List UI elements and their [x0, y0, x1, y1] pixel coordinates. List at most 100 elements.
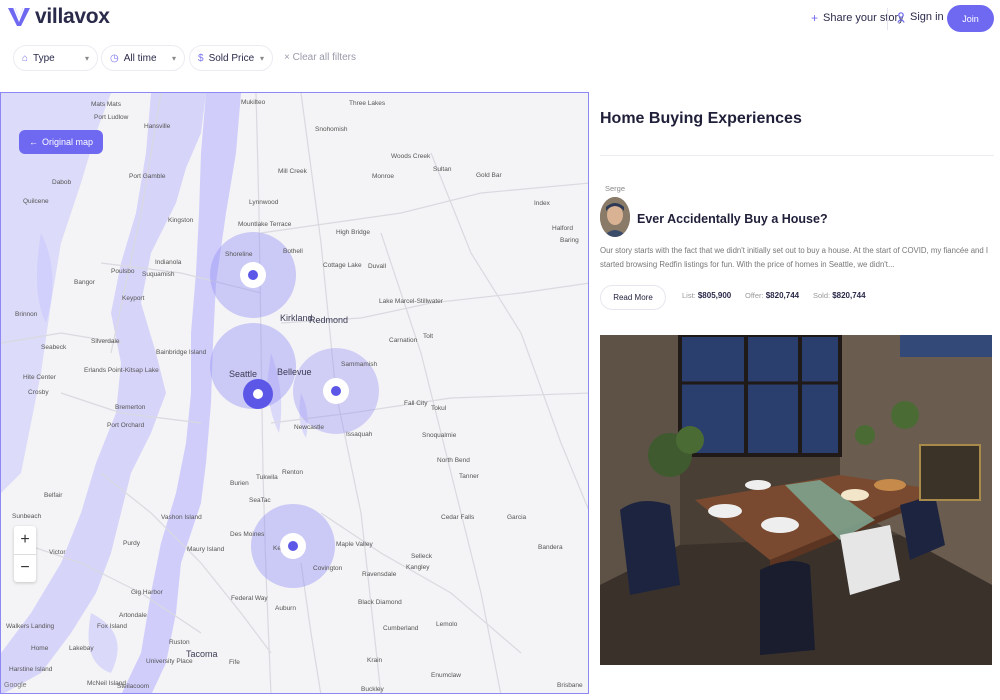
header-divider [887, 8, 888, 30]
town-label: Cedar Falls [441, 514, 475, 521]
town-label: Garcia [507, 514, 527, 521]
town-label: Crosby [28, 389, 49, 396]
town-label: Mats Mats [91, 101, 121, 108]
town-label: Shoreline [225, 251, 253, 258]
town-label: University Place [146, 658, 193, 665]
town-label: Federal Way [231, 595, 268, 602]
clear-filters-label: Clear all filters [292, 52, 356, 63]
chevron-down-icon: ▾ [84, 53, 89, 63]
list-price-value: $805,900 [697, 291, 732, 300]
town-label: Auburn [275, 605, 296, 612]
town-label: Tolt [423, 333, 434, 340]
type-filter-label: Type [33, 52, 55, 64]
town-label: Baring [560, 237, 579, 244]
town-label: Kangley [406, 564, 430, 571]
type-filter[interactable]: ⌂ Type ▾ [13, 45, 98, 71]
town-label: Sunbeach [12, 513, 42, 520]
town-label: Port Gamble [129, 173, 166, 180]
map-marker[interactable] [236, 258, 270, 292]
experiences-panel: Home Buying Experiences Serge Ever Accid… [600, 92, 994, 694]
sign-in-link[interactable]: Sign in [897, 11, 944, 23]
town-label: Fox Island [97, 623, 127, 630]
town-label: Index [534, 200, 550, 207]
town-label: Newcastle [294, 424, 324, 431]
town-label: Walkers Landing [6, 623, 55, 630]
chevron-down-icon: ▾ [259, 53, 264, 63]
town-label: Lemolo [436, 621, 458, 628]
town-label: Buckley [361, 686, 384, 693]
town-label: Hansville [144, 123, 171, 130]
town-label: Hite Center [23, 374, 56, 381]
zoom-controls: + − [14, 526, 36, 582]
brand-name: villavox [35, 5, 110, 28]
town-label: Mukilteo [241, 99, 266, 106]
town-label: Three Lakes [349, 100, 386, 107]
town-label: Bothell [283, 248, 303, 255]
map-marker-selected[interactable] [241, 377, 275, 411]
town-label: Bellevue [277, 367, 312, 377]
town-label: Quilcene [23, 198, 49, 205]
map-view[interactable]: Mats Mats Port Ludlow Hansville Mukilteo… [0, 92, 589, 694]
town-label: Carnation [389, 337, 418, 344]
dining-room-image [600, 335, 992, 665]
story-photo[interactable] [600, 335, 992, 665]
town-label: Maury Island [187, 546, 225, 553]
share-story-link[interactable]: + Share your story [811, 11, 904, 25]
town-label: Fall City [404, 400, 428, 407]
town-label: Issaquah [346, 431, 373, 438]
town-label: Belfair [44, 492, 63, 499]
town-label: Tanner [459, 473, 479, 480]
price-tag-icon: $ [198, 52, 204, 64]
user-icon [897, 11, 905, 23]
town-label: Tokul [431, 405, 447, 412]
town-label: Burien [230, 480, 249, 487]
home-icon: ⌂ [22, 52, 29, 64]
town-label: Mountlake Terrace [238, 221, 292, 228]
town-label: Kingston [168, 217, 194, 224]
share-story-label: Share your story [823, 12, 904, 24]
sold-price-filter-label: Sold Price [208, 52, 255, 64]
town-label: Vashon Island [161, 514, 202, 521]
map-attribution: Google [4, 682, 27, 689]
town-label: Woods Creek [391, 153, 431, 160]
original-map-label: Original map [42, 137, 94, 147]
map-marker[interactable] [319, 374, 353, 408]
town-label: Sammamish [341, 361, 378, 368]
original-map-button[interactable]: ← Original map [19, 130, 104, 154]
town-label: Lakebay [69, 645, 94, 652]
town-label: Fife [229, 659, 240, 666]
story-title[interactable]: Ever Accidentally Buy a House? [637, 212, 828, 226]
offer-price: Offer: $820,744 [745, 291, 799, 300]
town-label: Cottage Lake [323, 262, 362, 269]
town-label: Gold Bar [476, 172, 502, 179]
sold-price-label: Sold: [813, 291, 831, 300]
top-header: villavox + Share your story Sign in Join [0, 0, 1000, 40]
join-button[interactable]: Join [947, 5, 994, 32]
map-canvas [1, 93, 588, 693]
town-label: High Bridge [336, 229, 370, 236]
author-name: Serge [605, 184, 626, 193]
zoom-in-button[interactable]: + [14, 526, 36, 554]
clear-filters-button[interactable]: × Clear all filters [284, 52, 356, 63]
zoom-out-button[interactable]: − [14, 553, 36, 583]
avatar-image [600, 197, 630, 237]
town-label: Home [31, 645, 49, 652]
town-label: Brinnon [15, 311, 38, 318]
brand-logo[interactable]: villavox [6, 4, 110, 30]
read-more-button[interactable]: Read More [600, 285, 666, 310]
town-label: Bangor [74, 279, 95, 286]
story-excerpt: Our story starts with the fact that we d… [600, 246, 989, 269]
clock-icon: ◷ [110, 52, 119, 64]
author-avatar[interactable] [600, 197, 630, 237]
town-label: Tukwila [256, 474, 278, 481]
town-label: Brisbane [557, 682, 583, 689]
sign-in-label: Sign in [910, 11, 944, 23]
town-label: Bandera [538, 544, 563, 551]
map-marker[interactable] [276, 529, 310, 563]
time-filter[interactable]: ◷ All time ▾ [101, 45, 185, 71]
town-label: Selleck [411, 553, 432, 560]
panel-divider [600, 155, 994, 156]
town-label: Silverdale [91, 338, 120, 345]
town-label: Purdy [123, 540, 140, 547]
sold-price-filter[interactable]: $ Sold Price ▾ [189, 45, 273, 71]
